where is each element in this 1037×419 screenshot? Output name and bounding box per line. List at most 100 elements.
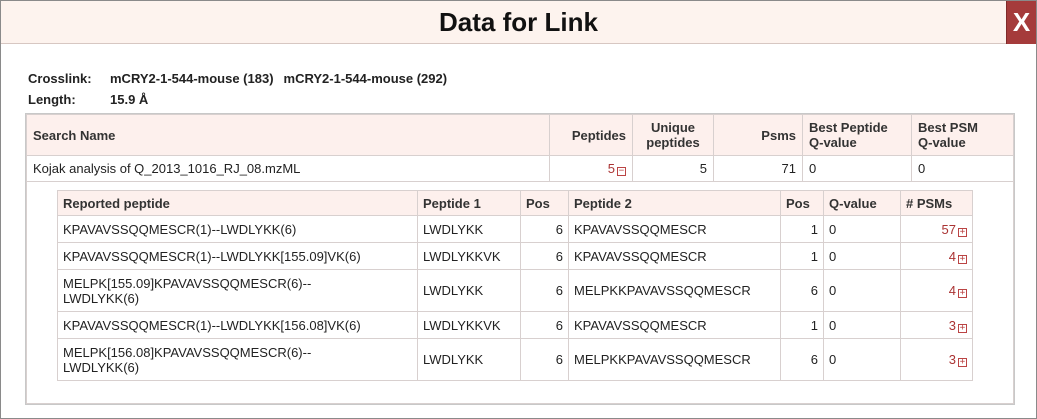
reported-peptide-cell: KPAVAVSSQQMESCR(1)--LWDLYKK[156.08]VK(6) [57,311,418,339]
peptides-count-link[interactable]: 5 [608,161,615,176]
col-pos2[interactable]: Pos [780,190,824,216]
crosslink-protein1: mCRY2-1-544-mouse (183) [110,71,274,86]
reported-peptides-table: Reported peptide Peptide 1 Pos Peptide 2… [57,190,973,381]
reported-peptide-text-line2: LWDLYKK(6) [63,359,140,375]
qvalue-cell: 0 [823,338,901,381]
peptide1-cell: LWDLYKKVK [417,311,521,339]
col-unique-peptides-line2: peptides [646,135,700,150]
pos2-cell: 1 [780,311,824,339]
pos2-cell: 1 [780,242,824,270]
qvalue-cell: 0 [823,242,901,270]
col-best-peptide-q-line2: Q-value [809,135,857,150]
dialog-titlebar: Data for Link X [1,1,1036,44]
best-psm-q-cell: 0 [911,155,1014,182]
expand-icon[interactable]: + [958,358,967,367]
pos2-cell: 1 [780,215,824,243]
table-row[interactable]: KPAVAVSSQQMESCR(1)--LWDLYKK[155.09]VK(6)… [57,242,973,270]
psms-count-link[interactable]: 57 [942,222,956,237]
reported-peptide-text-line1: MELPK[156.08]KPAVAVSSQQMESCR(6)-- [63,344,312,360]
data-for-link-dialog: Data for Link X Crosslink: mCRY2-1-544-mo… [0,0,1037,419]
psms-cell: 71 [713,155,803,182]
pos1-cell: 6 [520,338,569,381]
reported-peptide-cell: KPAVAVSSQQMESCR(1)--LWDLYKK[155.09]VK(6) [57,242,418,270]
col-peptide2[interactable]: Peptide 2 [568,190,781,216]
crosslink-protein2: mCRY2-1-544-mouse (292) [283,71,448,86]
psms-count-link[interactable]: 3 [949,352,956,367]
crosslink-row: Crosslink: mCRY2-1-544-mouse (183) mCRY2-1… [28,68,457,89]
col-reported-peptide[interactable]: Reported peptide [57,190,418,216]
pos1-cell: 6 [520,215,569,243]
col-unique-peptides-line1: Unique [650,120,696,135]
pos1-cell: 6 [520,311,569,339]
reported-peptides-panel: Reported peptide Peptide 1 Pos Peptide 2… [57,190,973,381]
search-table-header: Search Name Peptides Unique peptides Psms… [26,114,1014,156]
col-peptides[interactable]: Peptides [549,114,633,156]
table-row[interactable]: MELPK[156.08]KPAVAVSSQQMESCR(6)-- LWDLYKK… [57,338,973,381]
pos1-cell: 6 [520,242,569,270]
reported-peptide-cell: MELPK[155.09]KPAVAVSSQQMESCR(6)-- LWDLYKK… [57,269,418,312]
col-qvalue[interactable]: Q-value [823,190,901,216]
best-peptide-q-cell: 0 [802,155,912,182]
psms-cell[interactable]: 3 + [900,311,973,339]
col-best-psm-q[interactable]: Best PSM Q-value [911,114,1014,156]
close-button[interactable]: X [1006,1,1036,44]
psms-cell[interactable]: 3 + [900,338,973,381]
length-row: Length: 15.9 Å [28,89,457,110]
reported-peptide-text: KPAVAVSSQQMESCR(1)--LWDLYKK[156.08]VK(6) [63,317,361,333]
peptide1-cell: LWDLYKKVK [417,242,521,270]
peptides-table-header: Reported peptide Peptide 1 Pos Peptide 2… [57,190,973,216]
search-row: Kojak analysis of Q_2013_1016_RJ_08.mzML… [26,155,1014,182]
expand-icon[interactable]: + [958,227,967,237]
peptide2-cell: MELPKKPAVAVSSQQMESCR [568,269,781,312]
psms-cell[interactable]: 57 + [900,215,973,243]
crosslink-label: Crosslink: [28,71,92,86]
peptide2-cell: KPAVAVSSQQMESCR [568,242,781,270]
qvalue-cell: 0 [823,269,901,312]
collapse-icon[interactable]: − [617,167,626,176]
col-num-psms[interactable]: # PSMs [900,190,973,216]
peptides-cell[interactable]: 5− [549,155,633,182]
peptide2-cell: MELPKKPAVAVSSQQMESCR [568,338,781,381]
reported-peptide-text-line1: MELPK[155.09]KPAVAVSSQQMESCR(6)-- [63,275,312,291]
length-value: 15.9 Å [110,92,149,107]
psms-count-link[interactable]: 4 [949,249,956,264]
psms-count-link[interactable]: 4 [949,283,956,298]
peptide1-cell: LWDLYKK [417,215,521,243]
col-unique-peptides[interactable]: Unique peptides [632,114,714,156]
col-pos1[interactable]: Pos [520,190,569,216]
qvalue-cell: 0 [823,311,901,339]
table-row[interactable]: KPAVAVSSQQMESCR(1)--LWDLYKK[156.08]VK(6)… [57,311,973,339]
psms-count-link[interactable]: 3 [949,318,956,333]
expand-icon[interactable]: + [958,254,967,264]
search-name-cell: Kojak analysis of Q_2013_1016_RJ_08.mzML [26,155,550,182]
pos2-cell: 6 [780,338,824,381]
col-best-psm-q-line1: Best PSM [918,120,978,135]
psms-cell[interactable]: 4 + [900,242,973,270]
link-info: Crosslink: mCRY2-1-544-mouse (183) mCRY2-1… [28,68,457,110]
reported-peptide-cell: KPAVAVSSQQMESCR(1)--LWDLYKK(6) [57,215,418,243]
col-best-peptide-q-line1: Best Peptide [809,120,888,135]
unique-peptides-cell: 5 [632,155,714,182]
reported-peptide-text-line2: LWDLYKK(6) [63,290,140,306]
length-label: Length: [28,92,76,107]
col-peptide1[interactable]: Peptide 1 [417,190,521,216]
col-best-psm-q-line2: Q-value [918,135,966,150]
peptide2-cell: KPAVAVSSQQMESCR [568,215,781,243]
pos2-cell: 6 [780,269,824,312]
peptide1-cell: LWDLYKK [417,269,521,312]
peptide2-cell: KPAVAVSSQQMESCR [568,311,781,339]
table-row[interactable]: KPAVAVSSQQMESCR(1)--LWDLYKK(6) LWDLYKK 6… [57,215,973,243]
qvalue-cell: 0 [823,215,901,243]
psms-cell[interactable]: 4 + [900,269,973,312]
reported-peptide-cell: MELPK[156.08]KPAVAVSSQQMESCR(6)-- LWDLYKK… [57,338,418,381]
dialog-title: Data for Link [439,7,598,37]
expand-icon[interactable]: + [958,289,967,298]
expand-icon[interactable]: + [958,323,967,333]
reported-peptide-text: KPAVAVSSQQMESCR(1)--LWDLYKK(6) [63,221,297,237]
col-best-peptide-q[interactable]: Best Peptide Q-value [802,114,912,156]
col-psms[interactable]: Psms [713,114,803,156]
table-row[interactable]: MELPK[155.09]KPAVAVSSQQMESCR(6)-- LWDLYKK… [57,269,973,312]
peptide1-cell: LWDLYKK [417,338,521,381]
reported-peptide-text: KPAVAVSSQQMESCR(1)--LWDLYKK[155.09]VK(6) [63,248,361,264]
col-search-name[interactable]: Search Name [26,114,550,156]
